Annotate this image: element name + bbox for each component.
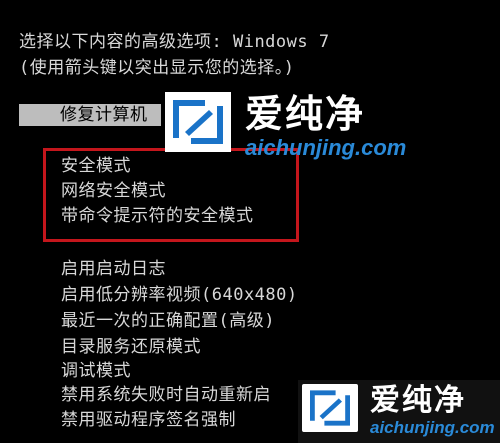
option-safe-mode-networking[interactable]: 网络安全模式 <box>61 180 166 202</box>
aichunjing-logo-icon <box>302 384 358 432</box>
option-low-resolution-video[interactable]: 启用低分辨率视频(640x480) <box>61 284 298 306</box>
watermark-brand: 爱纯净 <box>370 383 466 418</box>
option-safe-mode[interactable]: 安全模式 <box>61 155 131 177</box>
boot-options-title: 选择以下内容的高级选项: Windows 7 <box>19 32 330 52</box>
boot-options-instruction: (使用箭头键以突出显示您的选择。) <box>19 58 295 78</box>
boot-options-screen: 选择以下内容的高级选项: Windows 7 (使用箭头键以突出显示您的选择。)… <box>0 0 500 443</box>
watermark-url: aichunjing.com <box>245 135 407 160</box>
option-last-known-good-config[interactable]: 最近一次的正确配置(高级) <box>61 310 275 332</box>
watermark-corner: 爱纯净 aichunjing.com <box>302 384 495 438</box>
aichunjing-logo-icon <box>165 92 231 152</box>
option-directory-services-restore[interactable]: 目录服务还原模式 <box>61 336 201 358</box>
option-enable-boot-logging[interactable]: 启用启动日志 <box>61 258 166 280</box>
watermark-url: aichunjing.com <box>370 418 495 437</box>
option-disable-auto-restart[interactable]: 禁用系统失败时自动重新启 <box>61 384 271 406</box>
option-safe-mode-command-prompt[interactable]: 带命令提示符的安全模式 <box>61 205 254 227</box>
watermark-brand: 爱纯净 <box>245 92 366 136</box>
watermark-main: 爱纯净 aichunjing.com <box>165 92 406 160</box>
option-repair-computer[interactable]: 修复计算机 <box>60 104 148 126</box>
option-debugging-mode[interactable]: 调试模式 <box>61 360 131 382</box>
option-disable-driver-signature[interactable]: 禁用驱动程序签名强制 <box>61 409 236 431</box>
